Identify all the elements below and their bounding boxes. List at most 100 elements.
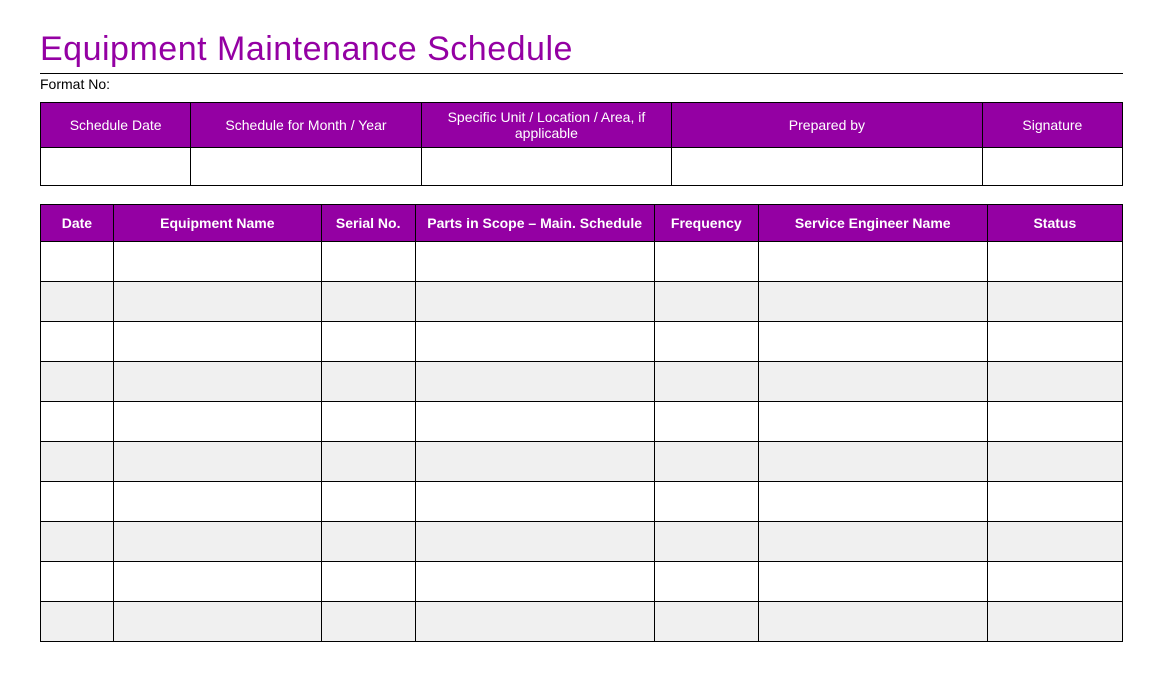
cell-equipment[interactable]	[113, 482, 321, 522]
cell-parts[interactable]	[415, 562, 654, 602]
meta-cell-unit[interactable]	[421, 148, 671, 186]
table-row	[41, 322, 1123, 362]
cell-engineer[interactable]	[758, 482, 987, 522]
cell-serial[interactable]	[321, 442, 415, 482]
main-header-frequency: Frequency	[654, 205, 758, 242]
meta-header-prepared-by: Prepared by	[672, 103, 983, 148]
meta-header-unit: Specific Unit / Location / Area, if appl…	[421, 103, 671, 148]
cell-serial[interactable]	[321, 482, 415, 522]
cell-serial[interactable]	[321, 362, 415, 402]
meta-row	[41, 148, 1123, 186]
cell-date[interactable]	[41, 442, 114, 482]
cell-frequency[interactable]	[654, 402, 758, 442]
main-header-status: Status	[987, 205, 1122, 242]
meta-header-schedule-for: Schedule for Month / Year	[191, 103, 421, 148]
main-header-serial: Serial No.	[321, 205, 415, 242]
meta-header-signature: Signature	[982, 103, 1122, 148]
cell-status[interactable]	[987, 362, 1122, 402]
table-row	[41, 522, 1123, 562]
cell-frequency[interactable]	[654, 322, 758, 362]
cell-status[interactable]	[987, 282, 1122, 322]
cell-status[interactable]	[987, 242, 1122, 282]
cell-equipment[interactable]	[113, 442, 321, 482]
table-row	[41, 362, 1123, 402]
cell-status[interactable]	[987, 562, 1122, 602]
cell-frequency[interactable]	[654, 602, 758, 642]
cell-parts[interactable]	[415, 602, 654, 642]
table-row	[41, 482, 1123, 522]
main-header-engineer: Service Engineer Name	[758, 205, 987, 242]
cell-serial[interactable]	[321, 322, 415, 362]
cell-date[interactable]	[41, 482, 114, 522]
page-title: Equipment Maintenance Schedule	[40, 30, 1123, 69]
cell-frequency[interactable]	[654, 362, 758, 402]
cell-engineer[interactable]	[758, 522, 987, 562]
cell-date[interactable]	[41, 402, 114, 442]
cell-equipment[interactable]	[113, 522, 321, 562]
cell-date[interactable]	[41, 602, 114, 642]
cell-parts[interactable]	[415, 442, 654, 482]
cell-engineer[interactable]	[758, 362, 987, 402]
cell-parts[interactable]	[415, 482, 654, 522]
meta-cell-prepared-by[interactable]	[672, 148, 983, 186]
table-row	[41, 282, 1123, 322]
cell-serial[interactable]	[321, 602, 415, 642]
cell-date[interactable]	[41, 562, 114, 602]
cell-serial[interactable]	[321, 402, 415, 442]
cell-frequency[interactable]	[654, 482, 758, 522]
cell-frequency[interactable]	[654, 442, 758, 482]
cell-equipment[interactable]	[113, 402, 321, 442]
cell-parts[interactable]	[415, 522, 654, 562]
main-header-parts: Parts in Scope – Main. Schedule	[415, 205, 654, 242]
cell-date[interactable]	[41, 322, 114, 362]
cell-serial[interactable]	[321, 282, 415, 322]
title-divider	[40, 73, 1123, 74]
cell-serial[interactable]	[321, 522, 415, 562]
cell-engineer[interactable]	[758, 322, 987, 362]
meta-cell-schedule-for[interactable]	[191, 148, 421, 186]
cell-parts[interactable]	[415, 242, 654, 282]
cell-equipment[interactable]	[113, 242, 321, 282]
cell-parts[interactable]	[415, 322, 654, 362]
cell-frequency[interactable]	[654, 562, 758, 602]
meta-table: Schedule Date Schedule for Month / Year …	[40, 102, 1123, 186]
meta-cell-signature[interactable]	[982, 148, 1122, 186]
cell-status[interactable]	[987, 482, 1122, 522]
cell-engineer[interactable]	[758, 242, 987, 282]
cell-engineer[interactable]	[758, 402, 987, 442]
cell-status[interactable]	[987, 402, 1122, 442]
cell-date[interactable]	[41, 242, 114, 282]
cell-equipment[interactable]	[113, 282, 321, 322]
cell-status[interactable]	[987, 522, 1122, 562]
cell-status[interactable]	[987, 442, 1122, 482]
cell-serial[interactable]	[321, 562, 415, 602]
cell-parts[interactable]	[415, 282, 654, 322]
cell-parts[interactable]	[415, 362, 654, 402]
cell-equipment[interactable]	[113, 362, 321, 402]
cell-engineer[interactable]	[758, 442, 987, 482]
table-row	[41, 402, 1123, 442]
cell-date[interactable]	[41, 522, 114, 562]
cell-engineer[interactable]	[758, 562, 987, 602]
cell-equipment[interactable]	[113, 602, 321, 642]
main-header-equipment: Equipment Name	[113, 205, 321, 242]
cell-frequency[interactable]	[654, 282, 758, 322]
cell-frequency[interactable]	[654, 522, 758, 562]
cell-equipment[interactable]	[113, 322, 321, 362]
meta-cell-schedule-date[interactable]	[41, 148, 191, 186]
cell-parts[interactable]	[415, 402, 654, 442]
format-no-label: Format No:	[40, 76, 1123, 92]
cell-equipment[interactable]	[113, 562, 321, 602]
cell-engineer[interactable]	[758, 602, 987, 642]
table-row	[41, 242, 1123, 282]
table-row	[41, 442, 1123, 482]
cell-date[interactable]	[41, 362, 114, 402]
cell-serial[interactable]	[321, 242, 415, 282]
cell-frequency[interactable]	[654, 242, 758, 282]
cell-date[interactable]	[41, 282, 114, 322]
main-header-date: Date	[41, 205, 114, 242]
table-row	[41, 602, 1123, 642]
cell-engineer[interactable]	[758, 282, 987, 322]
cell-status[interactable]	[987, 322, 1122, 362]
cell-status[interactable]	[987, 602, 1122, 642]
